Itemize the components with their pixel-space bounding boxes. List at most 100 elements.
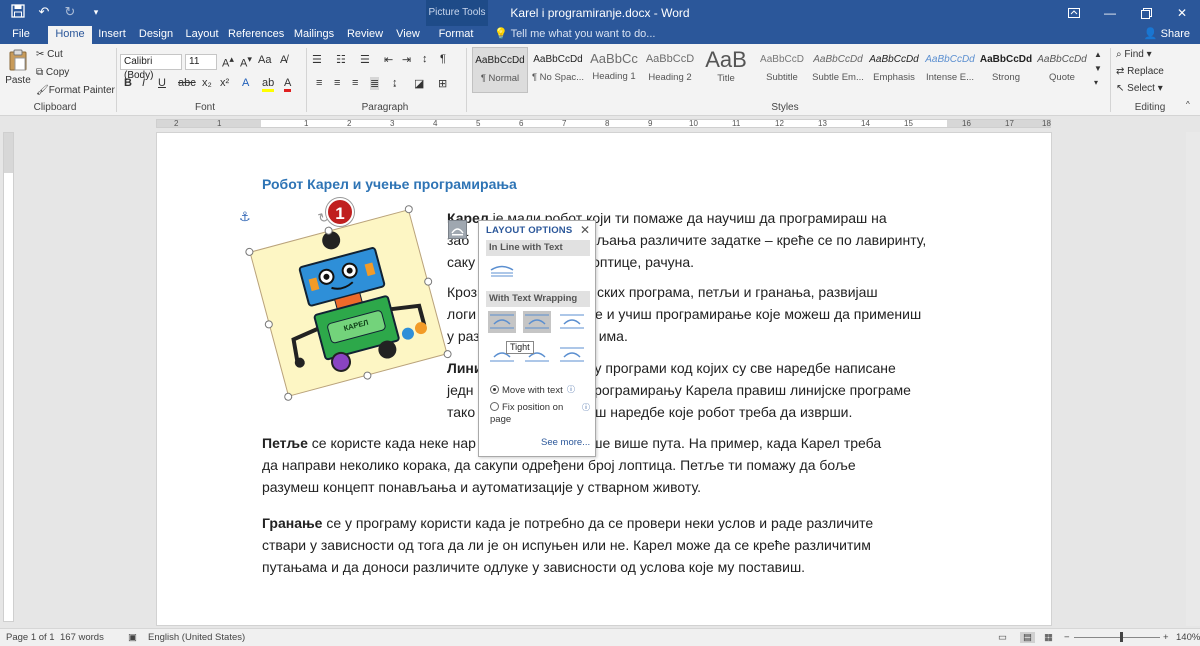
see-more-link[interactable]: See more... <box>541 437 590 448</box>
anchor-icon[interactable]: ⚓ <box>239 209 251 225</box>
decrease-indent-icon[interactable]: ⇤ <box>384 53 393 66</box>
underline-icon[interactable]: U <box>158 77 166 89</box>
style-title[interactable]: AaB Title <box>698 47 754 93</box>
text-effects-icon[interactable]: A <box>242 77 249 89</box>
word-count[interactable]: 167 words <box>60 632 104 643</box>
style-no-spacing[interactable]: AaBbCcDd ¶ No Spac... <box>530 47 586 93</box>
strikethrough-icon[interactable]: abc <box>178 77 196 89</box>
collapse-ribbon-icon[interactable]: ^ <box>1186 100 1190 109</box>
tab-review[interactable]: Review <box>344 26 386 44</box>
styles-more-icon[interactable]: ▾ <box>1094 78 1098 87</box>
document-page[interactable]: Робот Карел и учење програмирања Карел ј… <box>156 132 1052 626</box>
page-count[interactable]: Page 1 of 1 <box>6 632 55 643</box>
font-color-icon[interactable]: A <box>284 77 292 92</box>
undo-icon[interactable]: ↶ <box>36 4 52 20</box>
superscript-icon[interactable]: x² <box>220 77 229 89</box>
tab-mailings[interactable]: Mailings <box>290 26 338 44</box>
fix-position-radio[interactable]: Fix position on page <box>490 402 568 426</box>
zoom-slider[interactable] <box>1074 637 1160 638</box>
language[interactable]: English (United States) <box>148 632 245 643</box>
customize-qat-icon[interactable]: ▾ <box>88 4 104 20</box>
shrink-font-icon[interactable]: A▾ <box>240 54 252 70</box>
style-heading-2[interactable]: AaBbCcD Heading 2 <box>642 47 698 93</box>
style-subtitle[interactable]: AaBbCcD Subtitle <box>754 47 810 93</box>
copy-button[interactable]: ⧉ Copy <box>36 67 69 78</box>
tab-references[interactable]: References <box>228 26 284 44</box>
proofing-icon[interactable]: ▣ <box>128 632 137 643</box>
zoom-in-icon[interactable]: + <box>1163 632 1169 643</box>
zoom-slider-thumb[interactable] <box>1120 632 1123 642</box>
wrap-inline-icon[interactable] <box>489 260 517 282</box>
read-mode-icon[interactable]: ▭ <box>998 632 1007 643</box>
wrap-in-front-icon[interactable] <box>558 344 586 366</box>
wrap-through-icon[interactable] <box>558 311 586 333</box>
format-painter-button[interactable]: 🖌Format Painter <box>36 85 115 96</box>
karel-robot-picture[interactable]: КАРЕЛ ↻ <box>244 204 453 402</box>
share-button[interactable]: 👤 Share <box>1144 26 1190 44</box>
grow-font-icon[interactable]: A▴ <box>222 54 234 70</box>
vertical-scrollbar[interactable] <box>1186 132 1200 626</box>
find-button[interactable]: ⌕ Find ▾ <box>1116 49 1152 60</box>
info-icon[interactable]: ⓘ <box>582 402 590 413</box>
subscript-icon[interactable]: x₂ <box>202 77 212 89</box>
italic-icon[interactable]: I <box>142 77 145 89</box>
web-layout-icon[interactable]: ▦ <box>1044 632 1053 643</box>
line-spacing-icon[interactable]: ↨ <box>392 77 398 89</box>
bold-icon[interactable]: B <box>124 77 132 89</box>
horizontal-ruler[interactable]: 2 1 1 2 3 4 5 6 7 8 9 10 11 12 13 14 15 … <box>0 116 1200 131</box>
style-normal[interactable]: AaBbCcDd ¶ Normal <box>472 47 528 93</box>
show-marks-icon[interactable]: ¶ <box>440 53 446 65</box>
ribbon-display-options-icon[interactable] <box>1056 0 1092 26</box>
style-quote[interactable]: AaBbCcDd Quote <box>1034 47 1090 93</box>
style-intense-emphasis[interactable]: AaBbCcDd Intense E... <box>922 47 978 93</box>
clear-formatting-icon[interactable]: A̸ <box>280 54 287 66</box>
redo-icon[interactable]: ↻ <box>62 4 78 20</box>
minimize-icon[interactable]: — <box>1092 0 1128 26</box>
wrap-tight-icon[interactable] <box>523 311 551 333</box>
align-center-icon[interactable]: ≡ <box>334 77 340 89</box>
styles-scroll-down-icon[interactable]: ▼ <box>1094 64 1102 73</box>
paste-button[interactable]: Paste <box>5 48 31 94</box>
vertical-ruler[interactable] <box>3 132 14 622</box>
tab-insert[interactable]: Insert <box>94 26 130 44</box>
sort-icon[interactable]: ↕ <box>422 53 428 65</box>
tab-view[interactable]: View <box>390 26 426 44</box>
info-icon[interactable]: ⓘ <box>567 384 575 395</box>
align-left-icon[interactable]: ≡ <box>316 77 322 89</box>
layout-options-button[interactable] <box>448 220 467 239</box>
close-icon[interactable]: ✕ <box>580 223 590 237</box>
close-icon[interactable]: ✕ <box>1164 0 1200 26</box>
highlight-icon[interactable]: ab <box>262 77 275 92</box>
tab-home[interactable]: Home <box>48 26 92 44</box>
tab-file[interactable]: File <box>4 26 38 44</box>
style-heading-1[interactable]: AaBbCc Heading 1 <box>586 47 642 93</box>
cut-button[interactable]: ✂ Cut <box>36 49 63 60</box>
style-subtle-emphasis[interactable]: AaBbCcDd Subtle Em... <box>810 47 866 93</box>
styles-scroll-up-icon[interactable]: ▲ <box>1094 50 1102 59</box>
print-layout-icon[interactable]: ▤ <box>1020 632 1035 643</box>
justify-icon[interactable]: ≣ <box>370 77 380 90</box>
tab-format[interactable]: Format <box>434 26 478 44</box>
replace-button[interactable]: ⇄ Replace <box>1116 66 1164 77</box>
increase-indent-icon[interactable]: ⇥ <box>402 53 411 66</box>
save-icon[interactable] <box>10 4 26 20</box>
font-name-box[interactable]: Calibri (Body) <box>120 54 182 81</box>
move-with-text-radio[interactable]: Move with text <box>490 385 563 396</box>
wrap-square-icon[interactable] <box>488 311 516 333</box>
align-right-icon[interactable]: ≡ <box>352 77 358 89</box>
numbering-icon[interactable]: ☷ <box>336 53 346 66</box>
multilevel-list-icon[interactable]: ☰ <box>360 53 370 66</box>
maximize-icon[interactable] <box>1128 0 1164 26</box>
bullets-icon[interactable]: ☰ <box>312 53 322 66</box>
select-button[interactable]: ↖ Select ▾ <box>1116 83 1163 94</box>
shading-icon[interactable]: ◪ <box>414 77 424 90</box>
tell-me-search[interactable]: 💡 Tell me what you want to do... <box>494 26 655 44</box>
tab-design[interactable]: Design <box>136 26 176 44</box>
style-strong[interactable]: AaBbCcDd Strong <box>978 47 1034 93</box>
borders-icon[interactable]: ⊞ <box>438 77 447 90</box>
zoom-out-icon[interactable]: − <box>1064 632 1070 643</box>
change-case-icon[interactable]: Aa <box>258 54 271 66</box>
tab-layout[interactable]: Layout <box>182 26 222 44</box>
font-size-box[interactable]: 11 <box>185 54 217 70</box>
style-emphasis[interactable]: AaBbCcDd Emphasis <box>866 47 922 93</box>
